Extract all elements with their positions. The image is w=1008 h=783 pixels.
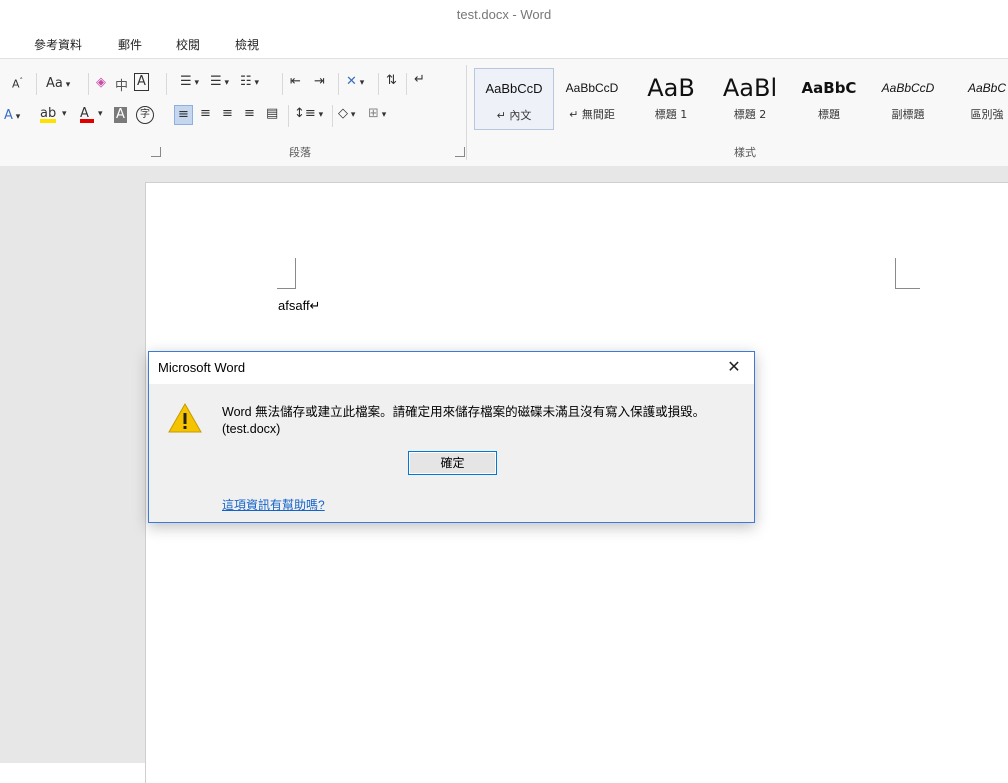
phonetic-guide-icon[interactable]: 中 <box>115 75 128 94</box>
style-sample: AaBl <box>722 74 778 102</box>
align-center-icon[interactable]: ≡ <box>200 106 211 121</box>
grow-font-icon[interactable]: A˄ <box>12 77 23 91</box>
dialog-message-line1: Word 無法儲存或建立此檔案。請確定用來儲存檔案的磁碟未滿且沒有寫入保護或損毀… <box>222 405 706 419</box>
style-item[interactable]: AaBbCcD ↵ 內文 <box>474 68 554 130</box>
separator <box>406 73 407 95</box>
document-text[interactable]: afsaff↵ <box>278 298 320 314</box>
paragraph-group-label: 段落 <box>289 146 311 159</box>
tab-mailings[interactable]: 郵件 <box>118 36 142 53</box>
dialog-title: Microsoft Word <box>158 360 246 375</box>
justify-icon[interactable]: ≡ <box>244 106 255 121</box>
style-item[interactable]: AaB 標題 1 <box>632 68 710 128</box>
dialog-title-bar: Microsoft Word ✕ <box>149 352 754 384</box>
margin-corner-left <box>277 258 296 289</box>
character-shading-icon[interactable]: A <box>114 107 127 123</box>
separator <box>378 73 379 95</box>
style-name: ↵ 內文 <box>496 109 532 122</box>
dialog-message: Word 無法儲存或建立此檔案。請確定用來儲存檔案的磁碟未滿且沒有寫入保護或損毀… <box>222 404 742 438</box>
margin-corner-right <box>895 258 920 289</box>
style-item[interactable]: AaBbCcD ↵ 無間距 <box>553 68 631 128</box>
tab-view[interactable]: 檢視 <box>235 36 259 53</box>
char-border-glyph: A <box>137 74 146 89</box>
character-border-icon[interactable]: A <box>134 73 149 91</box>
enclose-glyph: 字 <box>140 109 150 120</box>
font-color-icon[interactable]: A <box>80 106 94 123</box>
char-shading-glyph: A <box>116 107 125 122</box>
style-sample: AaBbCcD <box>485 81 543 96</box>
warning-icon <box>168 402 202 433</box>
align-left-icon[interactable]: ≡ <box>174 105 193 125</box>
style-sample: AaBbCcD <box>565 81 619 95</box>
multilevel-list-icon[interactable]: ☷ ▾ <box>240 74 259 89</box>
paragraph-group-launcher-icon[interactable] <box>455 147 465 157</box>
bullets-icon[interactable]: ☰ ▾ <box>180 74 199 89</box>
change-case-label: Aa <box>46 76 63 91</box>
increase-indent-icon[interactable]: ⇥ <box>314 74 325 89</box>
style-name: 標題 <box>818 108 840 121</box>
style-sample: AaBbCcD <box>881 81 935 95</box>
text-effects-icon[interactable]: A ▾ <box>4 108 20 123</box>
window-title-bar: test.docx - Word <box>0 0 1008 30</box>
style-name: 標題 2 <box>733 108 767 121</box>
phonetic-glyph: 中 <box>115 79 129 94</box>
font-color-glyph: A <box>80 106 89 121</box>
ok-button[interactable]: 確定 <box>408 451 497 475</box>
align-right-icon[interactable]: ≡ <box>222 106 233 121</box>
show-formatting-marks-icon[interactable]: ↵ <box>414 72 425 87</box>
style-name: 區別強 <box>970 108 1004 121</box>
highlight-dropdown-icon[interactable]: ▾ <box>62 109 67 119</box>
style-item[interactable]: AaBbC 區別強 <box>948 68 1008 128</box>
style-name: 副標題 <box>891 108 925 121</box>
separator <box>288 105 289 127</box>
asian-layout-icon[interactable]: ✕ ▾ <box>346 74 364 89</box>
text-effect-glyph: A <box>4 108 13 123</box>
font-group-launcher-icon[interactable] <box>151 147 161 157</box>
shading-icon[interactable]: ◇ ▾ <box>338 106 355 121</box>
group-separator <box>466 65 467 160</box>
enclose-characters-icon[interactable]: 字 <box>136 106 154 124</box>
separator <box>166 73 167 95</box>
font-color-dropdown-icon[interactable]: ▾ <box>98 109 103 119</box>
change-case-button[interactable]: Aa ▾ <box>46 76 70 91</box>
style-item[interactable]: AaBl 標題 2 <box>711 68 789 128</box>
style-sample: AaBbC <box>967 81 1007 95</box>
decrease-indent-icon[interactable]: ⇤ <box>290 74 301 89</box>
numbering-icon[interactable]: ☰ ▾ <box>210 74 229 89</box>
ribbon: A˄ Aa ▾ ◈ 中 A A ▾ ab ▾ A ▾ A 字 ☰ ▾ ☰ ▾ ☷… <box>0 58 1008 167</box>
tab-references[interactable]: 參考資料 <box>34 36 82 53</box>
line-spacing-icon[interactable]: ↕≡ ▾ <box>294 106 323 121</box>
ribbon-tabs: 參考資料 郵件 校閱 檢視 <box>0 30 1008 58</box>
styles-group-label: 樣式 <box>734 146 756 159</box>
style-item[interactable]: AaBbCcD 副標題 <box>869 68 947 128</box>
sort-icon[interactable]: ⇅ <box>386 73 397 88</box>
style-sample: AaB <box>647 74 695 102</box>
borders-icon[interactable]: ⊞ ▾ <box>368 106 386 121</box>
style-sample: AaBbC <box>801 79 857 97</box>
style-name: 標題 1 <box>654 108 688 121</box>
style-name: ↵ 無間距 <box>569 108 615 121</box>
window-title: test.docx - Word <box>456 7 552 22</box>
close-icon[interactable]: ✕ <box>722 352 746 384</box>
distributed-icon[interactable]: ▤ <box>266 106 278 121</box>
style-item[interactable]: AaBbC 標題 <box>790 68 868 128</box>
dialog-message-line2: (test.docx) <box>222 422 281 436</box>
highlight-color-icon[interactable]: ab <box>40 106 56 123</box>
separator <box>332 105 333 127</box>
separator <box>338 73 339 95</box>
clear-formatting-icon[interactable]: ◈ <box>96 75 106 90</box>
tab-review[interactable]: 校閱 <box>176 36 200 53</box>
separator <box>282 73 283 95</box>
separator <box>36 73 37 95</box>
separator <box>88 73 89 95</box>
error-dialog: Microsoft Word ✕ Word 無法儲存或建立此檔案。請確定用來儲存… <box>148 351 755 523</box>
help-link[interactable]: 這項資訊有幫助嗎? <box>222 496 325 513</box>
